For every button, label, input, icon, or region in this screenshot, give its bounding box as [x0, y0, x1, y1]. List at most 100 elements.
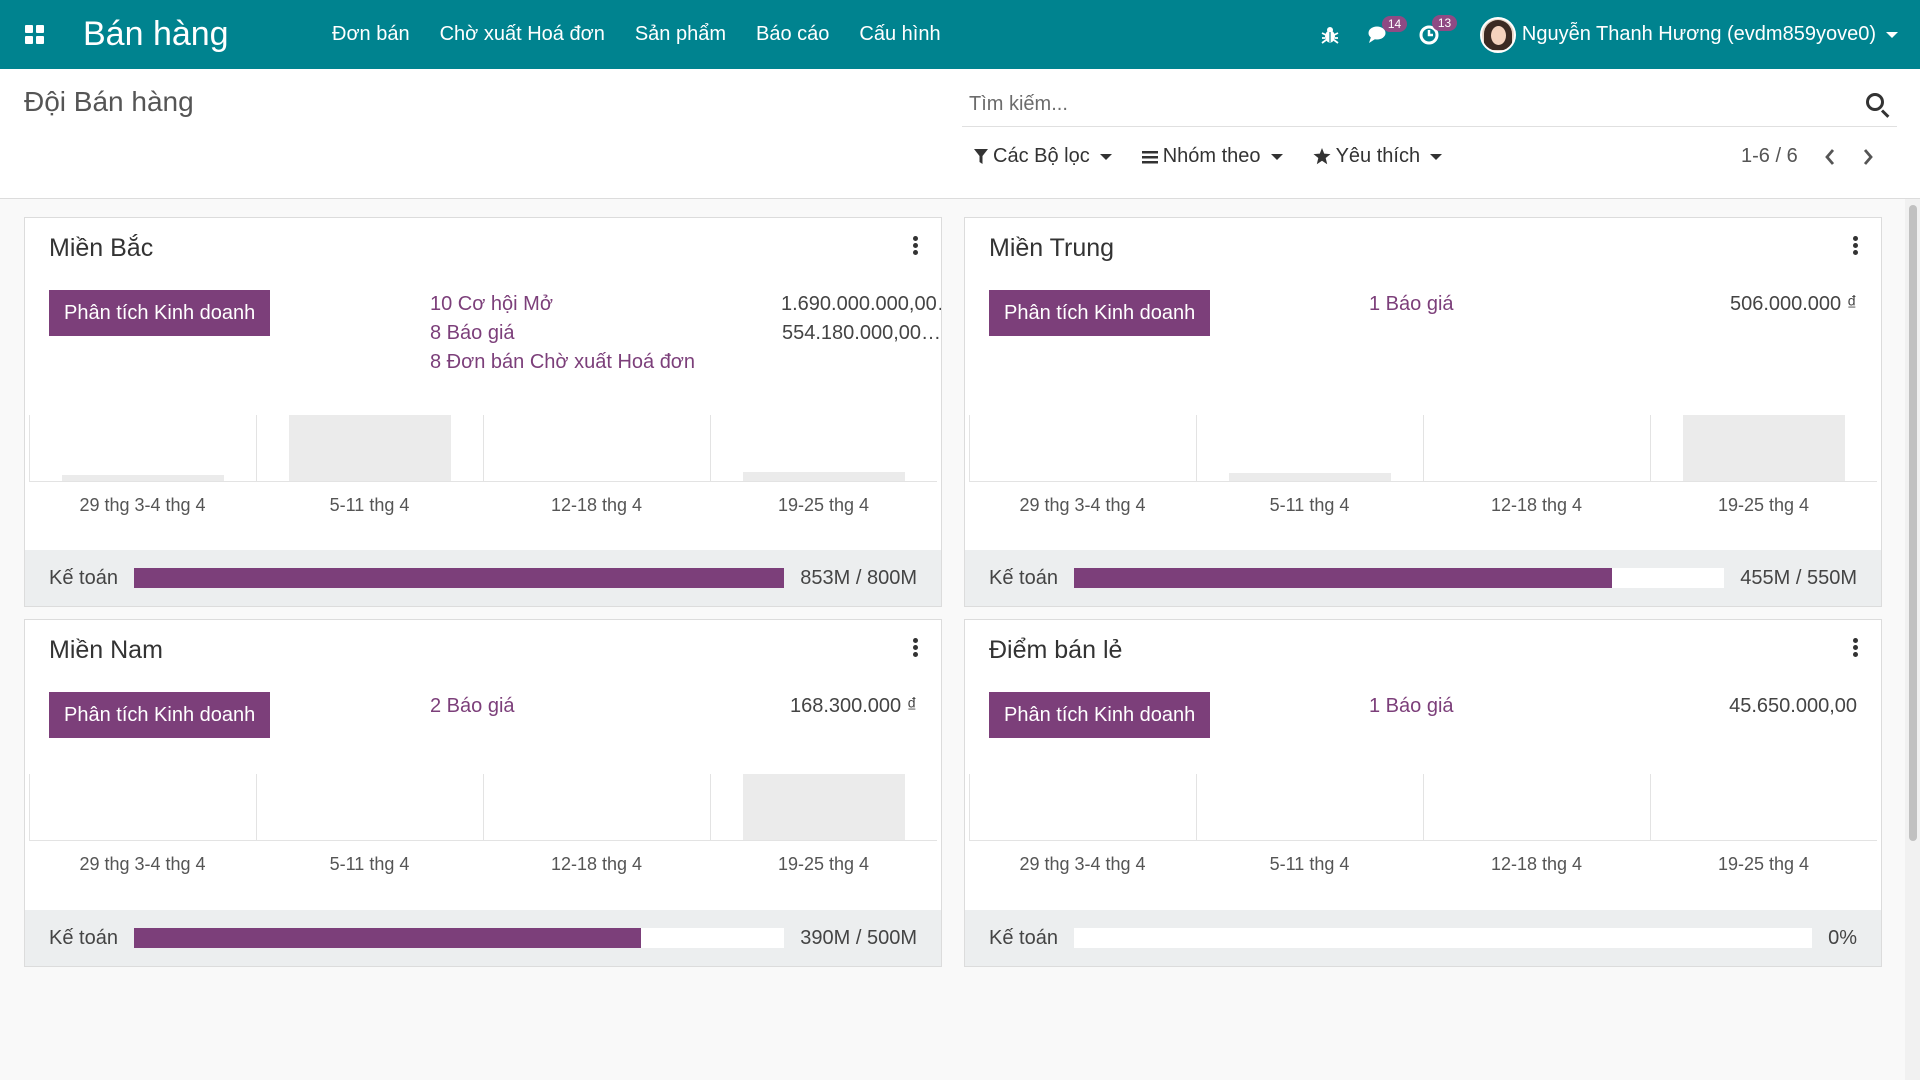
- menu-item-reporting[interactable]: Báo cáo: [741, 23, 844, 46]
- apps-menu-icon[interactable]: [25, 24, 45, 45]
- user-name: Nguyễn Thanh Hương (evdm859yove0): [1521, 23, 1876, 45]
- pager: 1-6 / 6: [1741, 145, 1874, 168]
- graph-week-label: 5-11 thg 4: [1269, 854, 1350, 874]
- sales-analysis-button[interactable]: Phân tích Kinh doanh: [49, 290, 271, 336]
- app-brand[interactable]: Bán hàng: [83, 15, 293, 54]
- invoicing-footer: Kế toán 390M / 500M: [25, 910, 941, 966]
- graph-bar[interactable]: [288, 415, 451, 481]
- favorites-dropdown[interactable]: Yêu thích: [1313, 145, 1443, 168]
- weekly-sales-graph: 29 thg 3-4 thg 4 5-11 thg 4 12-18 thg 4 19-…: [29, 415, 937, 525]
- quotations-link[interactable]: 8 Báo giá: [430, 319, 695, 348]
- team-amounts: 506.000.000 ₫: [1730, 290, 1857, 319]
- scrollbar-thumb[interactable]: [1909, 205, 1917, 841]
- graph-week-label: 29 thg 3-4 thg 4: [79, 854, 206, 874]
- page-scrollbar[interactable]: [1905, 199, 1920, 1080]
- kebab-menu-icon[interactable]: [913, 236, 919, 258]
- activities-clock-icon[interactable]: 13: [1418, 14, 1458, 46]
- weekly-sales-graph: 29 thg 3-4 thg 4 5-11 thg 4 12-18 thg 4 19-…: [969, 415, 1877, 525]
- list-bars-icon: [1141, 150, 1158, 163]
- graph-gridline: [1196, 415, 1197, 481]
- menu-item-to-invoice[interactable]: Chờ xuất Hoá đơn: [425, 23, 620, 46]
- search-input[interactable]: [962, 93, 1863, 116]
- invoicing-progress-bar: [1073, 928, 1813, 948]
- amount-value: 168.300.000 ₫: [789, 695, 917, 717]
- filters-dropdown[interactable]: Các Bộ lọc: [974, 145, 1112, 168]
- amount-value: 554.180.000,00…: [781, 322, 941, 344]
- debug-bug-icon[interactable]: [1320, 25, 1340, 45]
- pager-next-button[interactable]: [1862, 148, 1874, 166]
- chevron-left-icon: [1824, 148, 1834, 165]
- invoicing-progress-bar: [133, 568, 785, 588]
- chevron-right-icon: [1863, 148, 1873, 165]
- star-icon: [1313, 148, 1331, 165]
- graph-gridline: [969, 774, 970, 840]
- search-icon[interactable]: [1863, 90, 1893, 120]
- sales-analysis-button[interactable]: Phân tích Kinh doanh: [49, 692, 271, 738]
- graph-gridline: [710, 415, 711, 481]
- groupby-dropdown[interactable]: Nhóm theo: [1141, 145, 1283, 168]
- invoicing-progress-bar: [133, 928, 785, 948]
- kebab-menu-icon[interactable]: [913, 638, 919, 660]
- invoicing-label[interactable]: Kế toán: [989, 927, 1058, 950]
- team-amounts: 45.650.000,00: [1729, 692, 1857, 721]
- team-card-title[interactable]: Miền Nam: [49, 636, 163, 665]
- graph-week-label: 19-25 thg 4: [1717, 495, 1810, 515]
- menu-item-orders[interactable]: Đơn bán: [317, 23, 425, 46]
- sales-analysis-button[interactable]: Phân tích Kinh doanh: [989, 692, 1211, 738]
- sales-analysis-button[interactable]: Phân tích Kinh doanh: [989, 290, 1211, 336]
- team-stats-links: 2 Báo giá: [430, 692, 515, 721]
- graph-bar[interactable]: [1228, 473, 1391, 481]
- graph-week-label: 5-11 thg 4: [329, 854, 410, 874]
- open-opportunities-link[interactable]: 10 Cơ hội Mở: [430, 290, 695, 319]
- amount-value: 45.650.000,00: [1729, 695, 1857, 717]
- main-menu: Đơn bán Chờ xuất Hoá đơn Sản phẩm Báo cá…: [317, 23, 956, 46]
- pager-previous-button[interactable]: [1824, 148, 1836, 166]
- graph-week-label: 29 thg 3-4 thg 4: [79, 495, 206, 515]
- activities-count-badge: 13: [1431, 14, 1458, 31]
- graph-gridline: [483, 774, 484, 840]
- chevron-down-icon: [1270, 153, 1283, 160]
- messages-count-badge: 14: [1381, 15, 1408, 32]
- navbar-systray: 14 13 Nguyễn Thanh Hương (evdm859yove0): [1306, 0, 1920, 69]
- graph-bar[interactable]: [742, 472, 905, 481]
- team-card-mien-trung: Miền Trung Phân tích Kinh doanh 1 Báo gi…: [964, 217, 1882, 607]
- graph-bar[interactable]: [61, 475, 224, 481]
- quotations-link[interactable]: 2 Báo giá: [430, 692, 515, 721]
- progress-fill: [133, 928, 642, 948]
- graph-bar[interactable]: [742, 774, 905, 840]
- orders-to-invoice-link[interactable]: 8 Đơn bán Chờ xuất Hoá đơn: [430, 348, 695, 377]
- messages-chat-icon[interactable]: 14: [1368, 15, 1408, 45]
- graph-gridline: [1423, 415, 1424, 481]
- menu-item-products[interactable]: Sản phẩm: [620, 23, 741, 46]
- team-card-title[interactable]: Điểm bán lẻ: [989, 636, 1122, 665]
- graph-baseline: [29, 481, 937, 482]
- team-stats-links: 1 Báo giá: [1369, 290, 1454, 319]
- team-card-mien-bac: Miền Bắc Phân tích Kinh doanh 10 Cơ hội …: [24, 217, 942, 607]
- invoicing-label[interactable]: Kế toán: [49, 567, 118, 590]
- pager-value[interactable]: 1-6 / 6: [1741, 145, 1798, 168]
- invoicing-label[interactable]: Kế toán: [49, 927, 118, 950]
- groupby-label: Nhóm theo: [1162, 145, 1261, 167]
- graph-week-label: 29 thg 3-4 thg 4: [1019, 495, 1146, 515]
- chevron-down-icon: [1430, 153, 1443, 160]
- graph-week-label: 29 thg 3-4 thg 4: [1019, 854, 1146, 874]
- graph-gridline: [969, 415, 970, 481]
- progress-text: 0%: [1828, 926, 1857, 949]
- invoicing-footer: Kế toán 0%: [965, 910, 1881, 966]
- kebab-menu-icon[interactable]: [1853, 236, 1859, 258]
- quotations-link[interactable]: 1 Báo giá: [1369, 290, 1454, 319]
- graph-baseline: [969, 840, 1877, 841]
- progress-fill: [1073, 568, 1612, 588]
- menu-item-configuration[interactable]: Cấu hình: [844, 23, 955, 46]
- graph-week-label: 12-18 thg 4: [550, 495, 643, 515]
- graph-week-label: 5-11 thg 4: [1269, 495, 1350, 515]
- top-navbar: Bán hàng Đơn bán Chờ xuất Hoá đơn Sản ph…: [0, 0, 1920, 69]
- quotations-link[interactable]: 1 Báo giá: [1369, 692, 1454, 721]
- team-card-title[interactable]: Miền Bắc: [49, 234, 153, 263]
- team-card-title[interactable]: Miền Trung: [989, 234, 1114, 263]
- graph-week-label: 19-25 thg 4: [777, 495, 870, 515]
- graph-bar[interactable]: [1682, 415, 1845, 481]
- kebab-menu-icon[interactable]: [1853, 638, 1859, 660]
- invoicing-label[interactable]: Kế toán: [989, 567, 1058, 590]
- user-menu[interactable]: Nguyễn Thanh Hương (evdm859yove0): [1479, 16, 1898, 53]
